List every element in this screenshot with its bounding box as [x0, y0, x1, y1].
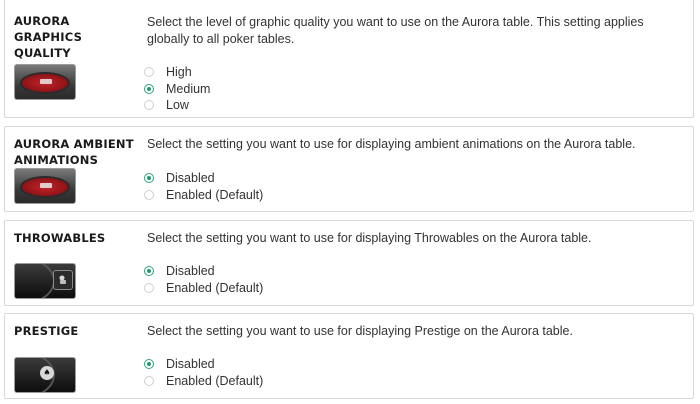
radio-label: Low — [166, 98, 189, 113]
radio-label: Enabled (Default) — [166, 280, 264, 295]
spade-icon: ♠ — [40, 366, 54, 380]
radio-option-disabled[interactable]: Disabled — [144, 170, 263, 187]
radio-label: Disabled — [166, 264, 215, 279]
radio-option-medium[interactable]: Medium — [144, 81, 210, 98]
radio-group-ambient-animations: Disabled Enabled (Default) — [144, 170, 263, 203]
radio-label: Medium — [166, 81, 211, 96]
throwables-chip-icon — [53, 270, 73, 290]
section-description: Select the level of graphic quality you … — [147, 15, 644, 46]
radio-label: Disabled — [166, 357, 215, 372]
radio-button[interactable] — [144, 67, 154, 78]
radio-label: High — [166, 65, 192, 80]
radio-option-low[interactable]: Low — [144, 97, 210, 114]
section-description: Select the setting you want to use for d… — [147, 137, 636, 151]
radio-button-selected[interactable] — [144, 359, 154, 370]
radio-button-selected[interactable] — [144, 266, 154, 277]
ambient-animations-panel: AURORA AMBIENT ANIMATIONS Select the set… — [4, 126, 694, 212]
prestige-panel: PRESTIGE ♠ Select the setting you want t… — [4, 313, 694, 399]
section-description: Select the setting you want to use for d… — [147, 324, 573, 338]
radio-label: Enabled (Default) — [166, 187, 264, 202]
throwables-panel: THROWABLES Select the setting you want t… — [4, 220, 694, 306]
radio-button[interactable] — [144, 282, 154, 293]
section-title: AURORA GRAPHICS QUALITY — [14, 14, 83, 60]
radio-button[interactable] — [144, 189, 154, 200]
radio-option-high[interactable]: High — [144, 64, 210, 81]
prestige-icon: ♠ — [14, 357, 76, 393]
graphics-quality-panel: AURORA GRAPHICS QUALITY Select the level… — [4, 0, 694, 118]
radio-group-throwables: Disabled Enabled (Default) — [144, 263, 263, 296]
radio-label: Disabled — [166, 171, 215, 186]
section-description: Select the setting you want to use for d… — [147, 231, 592, 245]
radio-group-graphics-quality: High Medium Low — [144, 64, 210, 114]
radio-option-enabled-default[interactable]: Enabled (Default) — [144, 373, 263, 390]
radio-option-disabled[interactable]: Disabled — [144, 356, 263, 373]
radio-group-prestige: Disabled Enabled (Default) — [144, 356, 263, 389]
section-title: PRESTIGE — [14, 324, 79, 338]
radio-label: Enabled (Default) — [166, 373, 264, 388]
throwables-icon — [14, 263, 76, 299]
section-title: AURORA AMBIENT ANIMATIONS — [14, 137, 134, 167]
poker-table-icon — [14, 168, 76, 204]
radio-button-selected[interactable] — [144, 83, 154, 94]
poker-table-icon — [14, 64, 76, 100]
radio-button[interactable] — [144, 100, 154, 111]
radio-button-selected[interactable] — [144, 173, 154, 184]
radio-button[interactable] — [144, 375, 154, 386]
section-title: THROWABLES — [14, 231, 106, 245]
radio-option-disabled[interactable]: Disabled — [144, 263, 263, 280]
radio-option-enabled-default[interactable]: Enabled (Default) — [144, 187, 263, 204]
radio-option-enabled-default[interactable]: Enabled (Default) — [144, 280, 263, 297]
